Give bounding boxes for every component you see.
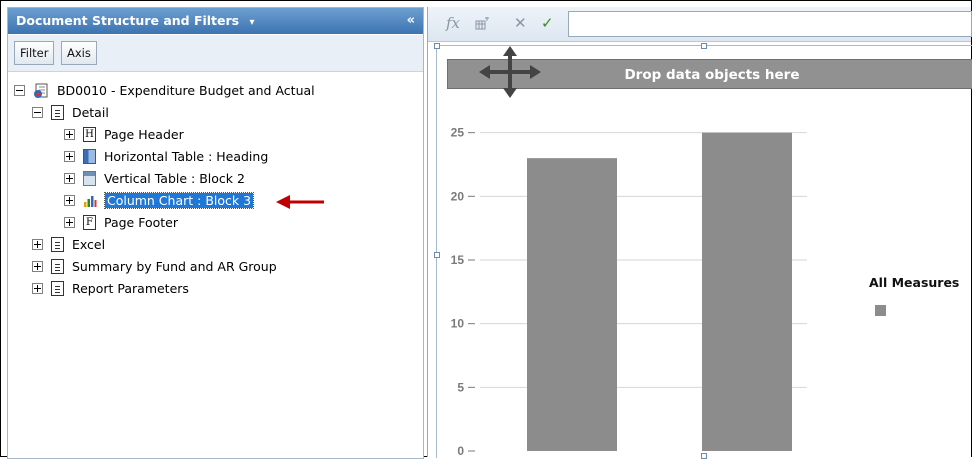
red-arrow-annotation	[276, 195, 324, 209]
expand-toggle-icon[interactable]	[64, 217, 75, 228]
expand-toggle-icon[interactable]	[64, 173, 75, 184]
document-structure-panel: Document Structure and Filters ▾ « Filte…	[7, 7, 424, 459]
move-cursor-icon	[479, 46, 541, 98]
tree-node-page-header[interactable]: H Page Header	[64, 125, 184, 145]
tree-node-label: Page Footer	[103, 215, 178, 230]
y-tick-label: 25	[451, 126, 465, 140]
tree-node-page-footer[interactable]: F Page Footer	[64, 213, 178, 233]
tree-node-label: Detail	[71, 105, 109, 120]
chart-bar[interactable]	[527, 158, 617, 451]
y-tick-label: 15	[451, 253, 465, 267]
collapse-panel-icon[interactable]: «	[407, 8, 415, 34]
y-tick-label: 5	[457, 380, 464, 394]
formula-input[interactable]	[568, 11, 972, 37]
tree-node-summary[interactable]: Summary by Fund and AR Group	[32, 257, 277, 277]
tree-node-label: Summary by Fund and AR Group	[71, 259, 277, 274]
tree-node-label: Vertical Table : Block 2	[103, 171, 245, 186]
tree-node-label: Excel	[71, 237, 106, 252]
tree-node-report-parameters[interactable]: Report Parameters	[32, 279, 189, 299]
expand-toggle-icon[interactable]	[32, 239, 43, 250]
expand-toggle-icon[interactable]	[64, 151, 75, 162]
chart-canvas[interactable]: 051015202530 Drop data objects here All …	[434, 43, 972, 459]
panel-header[interactable]: Document Structure and Filters ▾ «	[8, 8, 423, 34]
column-chart: 051015202530	[451, 62, 807, 458]
tree-node-label: Column Chart : Block 3	[103, 192, 255, 209]
tree-node-label: Horizontal Table : Heading	[103, 149, 269, 164]
report-document-icon	[33, 83, 49, 99]
y-tick-label: 0	[457, 444, 464, 458]
page-footer-icon: F	[82, 215, 96, 230]
tree-node-horizontal-table[interactable]: Horizontal Table : Heading	[64, 147, 268, 167]
tree-root-node[interactable]: BD0010 - Expenditure Budget and Actual	[14, 81, 315, 101]
tree-root-label: BD0010 - Expenditure Budget and Actual	[56, 83, 315, 98]
collapse-toggle-icon[interactable]	[32, 107, 43, 118]
expand-toggle-icon[interactable]	[32, 283, 43, 294]
vertical-table-icon	[82, 171, 96, 186]
validate-formula-icon[interactable]: ✓	[541, 14, 554, 32]
panel-toolbar: Filter Axis	[8, 35, 423, 72]
formula-icon[interactable]: fx	[446, 14, 460, 32]
section-document-icon	[50, 259, 64, 274]
formula-toolbar: fx ✕ ✓	[428, 7, 972, 42]
report-canvas-panel: fx ✕ ✓ 051015202530 Drop data objects he…	[427, 7, 972, 459]
tree-node-vertical-table[interactable]: Vertical Table : Block 2	[64, 169, 245, 189]
tree-node-excel[interactable]: Excel	[32, 235, 105, 255]
section-document-icon	[50, 281, 64, 296]
panel-title: Document Structure and Filters	[16, 13, 240, 28]
column-chart-icon	[83, 193, 97, 208]
filter-button[interactable]: Filter	[14, 41, 55, 65]
y-tick-label: 20	[451, 189, 465, 203]
tree-node-detail[interactable]: Detail	[32, 103, 109, 123]
chevron-down-icon[interactable]: ▾	[249, 17, 254, 28]
cancel-formula-icon[interactable]: ✕	[514, 14, 527, 32]
tree-node-label: Page Header	[103, 127, 184, 142]
expand-toggle-icon[interactable]	[64, 195, 75, 206]
y-tick-label: 10	[451, 317, 465, 331]
variable-editor-icon[interactable]	[475, 17, 490, 30]
collapse-toggle-icon[interactable]	[14, 85, 25, 96]
legend-title: All Measures	[869, 275, 960, 290]
axis-button[interactable]: Axis	[61, 41, 97, 65]
section-document-icon	[50, 105, 64, 120]
expand-toggle-icon[interactable]	[64, 129, 75, 140]
structure-tree: BD0010 - Expenditure Budget and Actual D…	[8, 78, 423, 458]
section-document-icon	[50, 237, 64, 252]
page-header-icon: H	[82, 127, 96, 142]
horizontal-table-icon	[82, 149, 96, 164]
chart-bar[interactable]	[702, 132, 792, 451]
tree-node-label: Report Parameters	[71, 281, 189, 296]
tree-node-column-chart[interactable]: Column Chart : Block 3	[64, 191, 255, 211]
expand-toggle-icon[interactable]	[32, 261, 43, 272]
legend-swatch	[875, 305, 886, 316]
